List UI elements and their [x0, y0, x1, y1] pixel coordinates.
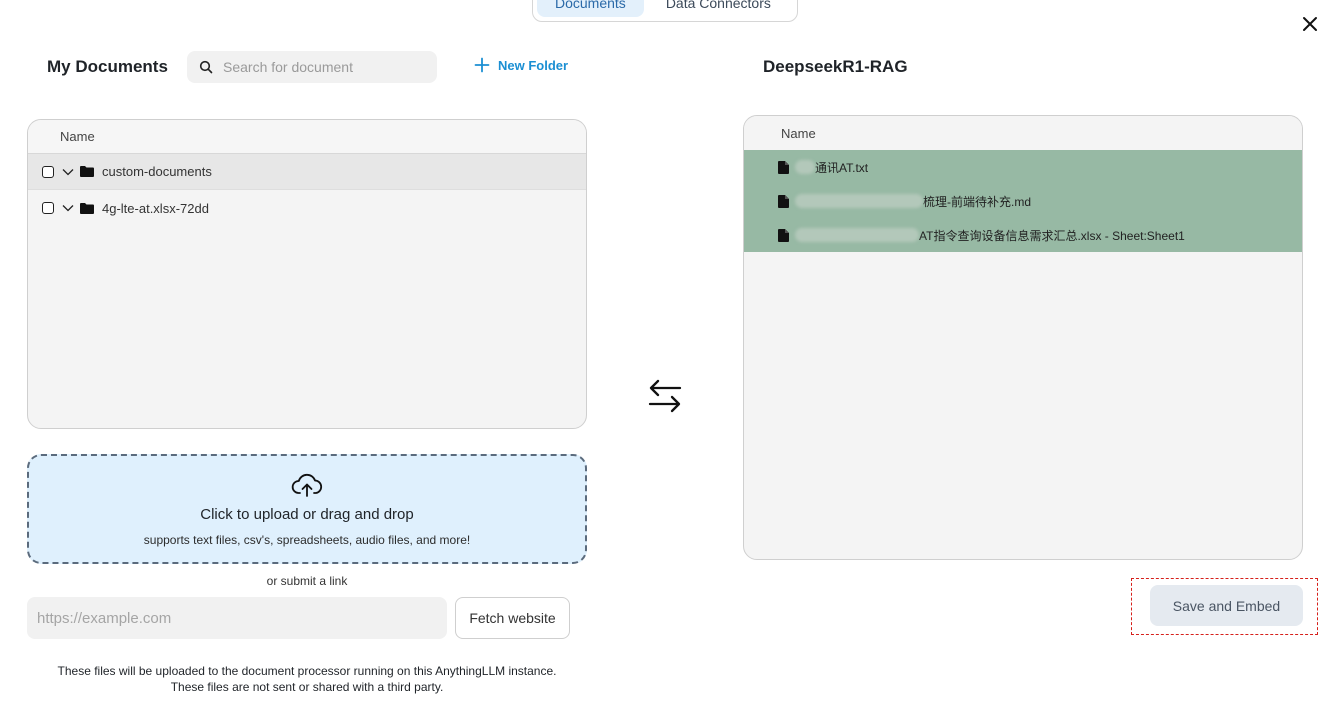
chevron-down-icon[interactable] — [62, 204, 74, 212]
upload-dropzone[interactable]: Click to upload or drag and drop support… — [27, 454, 587, 564]
swap-arrows-icon[interactable] — [646, 378, 684, 414]
folder-name: custom-documents — [102, 164, 212, 179]
file-name: 梳理-前端待补充.md — [923, 194, 1032, 209]
table-header-name: Name — [744, 116, 1302, 150]
disclaimer-line: These files are not sent or shared with … — [170, 680, 444, 694]
folder-checkbox[interactable] — [42, 165, 54, 178]
folder-icon — [80, 202, 94, 214]
file-icon — [778, 194, 789, 208]
search-icon — [199, 60, 213, 74]
file-icon — [778, 160, 789, 174]
or-submit-link-label: or submit a link — [266, 574, 348, 588]
tab-data-connectors[interactable]: Data Connectors — [648, 0, 789, 17]
file-row[interactable]: AT指令查询设备信息需求汇总.xlsx - Sheet:Sheet1 — [744, 218, 1302, 252]
close-icon — [1303, 17, 1317, 31]
document-search — [187, 51, 437, 83]
cloud-upload-icon — [291, 473, 323, 497]
search-input[interactable] — [223, 59, 413, 75]
redacted-text — [795, 160, 815, 174]
chevron-down-icon[interactable] — [62, 168, 74, 176]
fetch-website-button[interactable]: Fetch website — [455, 597, 570, 639]
my-documents-table: Name custom-documents 4g-lte-at.xlsx-72d… — [27, 119, 587, 429]
table-header-name: Name — [28, 120, 586, 154]
upload-title: Click to upload or drag and drop — [200, 506, 414, 523]
disclaimer-line: These files will be uploaded to the docu… — [57, 664, 557, 678]
upload-disclaimer: These files will be uploaded to the docu… — [0, 663, 614, 695]
redacted-text — [795, 228, 919, 242]
folder-row[interactable]: 4g-lte-at.xlsx-72dd — [28, 190, 586, 226]
upload-subtitle: supports text files, csv's, spreadsheets… — [143, 533, 471, 547]
my-documents-title: My Documents — [47, 57, 168, 76]
save-and-embed-button[interactable]: Save and Embed — [1150, 585, 1303, 626]
plus-icon — [474, 57, 490, 73]
file-name: 通讯AT.txt — [815, 160, 869, 175]
url-input[interactable] — [27, 597, 447, 639]
file-row[interactable]: 通讯AT.txt — [744, 150, 1302, 184]
tab-documents[interactable]: Documents — [537, 0, 644, 17]
file-row[interactable]: 梳理-前端待补充.md — [744, 184, 1302, 218]
folder-icon — [80, 166, 94, 177]
new-folder-button[interactable]: New Folder — [474, 57, 568, 73]
workspace-documents-table: Name 通讯AT.txt 梳理-前端待补充.md AT指令查询设备信息需求汇总… — [743, 115, 1303, 560]
folder-name: 4g-lte-at.xlsx-72dd — [102, 200, 209, 216]
workspace-title: DeepseekR1-RAG — [763, 57, 908, 76]
redacted-text — [795, 194, 923, 208]
workspace-file-list: 通讯AT.txt 梳理-前端待补充.md AT指令查询设备信息需求汇总.xlsx… — [744, 150, 1302, 252]
folder-checkbox[interactable] — [42, 202, 54, 214]
file-icon — [778, 228, 789, 242]
file-name: AT指令查询设备信息需求汇总.xlsx - Sheet:Sheet1 — [919, 228, 1185, 243]
tab-switcher: Documents Data Connectors — [532, 0, 798, 22]
new-folder-label: New Folder — [498, 57, 569, 73]
close-button[interactable] — [1298, 12, 1322, 36]
folder-row[interactable]: custom-documents — [28, 154, 586, 190]
